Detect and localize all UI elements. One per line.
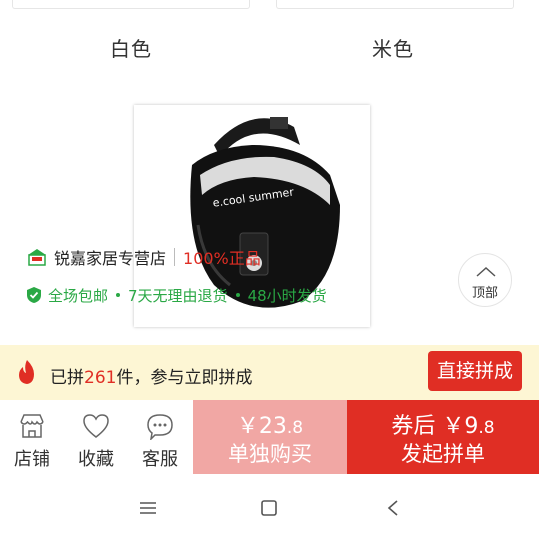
home-square-icon[interactable]: [260, 499, 278, 517]
group-suffix: 件，参与立即拼成: [116, 368, 253, 388]
customer-service-label: 客服: [142, 449, 178, 470]
back-to-top-label: 顶部: [471, 286, 498, 301]
shop-label: 店铺: [14, 449, 50, 470]
chevron-up-icon: [476, 266, 496, 277]
group-count: 261: [84, 368, 117, 388]
menu-icon[interactable]: [139, 501, 157, 515]
start-group-label: 发起拼单: [401, 442, 485, 466]
swatch-card-white[interactable]: [12, 0, 250, 9]
single-price: ￥23.8: [193, 408, 347, 440]
promo-shipping-time: 48小时发货: [247, 286, 327, 305]
price-integer: 9: [464, 414, 479, 439]
price-integer: 23: [258, 414, 287, 439]
back-to-top-button[interactable]: 顶部: [458, 253, 512, 307]
group-purchase-bar: 已拼261件，参与立即拼成 直接拼成: [0, 345, 539, 400]
swatch-card-beige[interactable]: [276, 0, 514, 9]
shop-name: 锐嘉家居专营店: [54, 249, 167, 268]
price-decimal: .8: [478, 418, 495, 438]
promo-dot: [116, 293, 121, 297]
flame-icon: [19, 360, 34, 384]
divider: [174, 248, 176, 266]
favorite-label: 收藏: [78, 449, 114, 470]
shop-button[interactable]: 店铺: [0, 400, 64, 474]
shop-info[interactable]: 锐嘉家居专营店 100%正品: [26, 244, 261, 270]
currency-symbol: ￥: [236, 414, 259, 439]
group-purchase-text: 已拼261件，参与立即拼成: [50, 363, 252, 388]
promo-return: 7天无理由退货: [128, 286, 228, 305]
promo-dot: [235, 293, 240, 297]
shield-check-icon: [27, 287, 41, 303]
store-icon: [20, 414, 44, 438]
price-decimal: .8: [286, 418, 304, 438]
swatch-label-beige: 米色: [372, 37, 414, 61]
start-group-button[interactable]: 券后 ￥9.8 发起拼单: [347, 400, 539, 474]
group-price: 券后 ￥9.8: [347, 408, 539, 440]
chat-bubble-icon: [147, 414, 173, 440]
coupon-prefix: 券后: [391, 414, 436, 439]
currency-symbol: ￥: [442, 414, 465, 439]
back-arrow-icon[interactable]: [386, 499, 400, 517]
swatch-label-white: 白色: [110, 37, 152, 61]
system-nav-bar: [0, 474, 539, 539]
buy-single-label: 单独购买: [228, 442, 312, 466]
promo-free-shipping: 全场包邮: [48, 286, 109, 305]
genuine-label: 100%正品: [183, 249, 261, 268]
buy-single-button[interactable]: ￥23.8 单独购买: [193, 400, 347, 474]
favorite-button[interactable]: 收藏: [64, 400, 128, 474]
promo-bar: 全场包邮 7天无理由退货 48小时发货: [26, 282, 327, 308]
group-prefix: 已拼: [50, 368, 84, 388]
direct-group-button[interactable]: 直接拼成: [428, 351, 522, 391]
heart-icon: [83, 414, 109, 438]
customer-service-button[interactable]: 客服: [128, 400, 192, 474]
shop-icon: [28, 249, 46, 266]
